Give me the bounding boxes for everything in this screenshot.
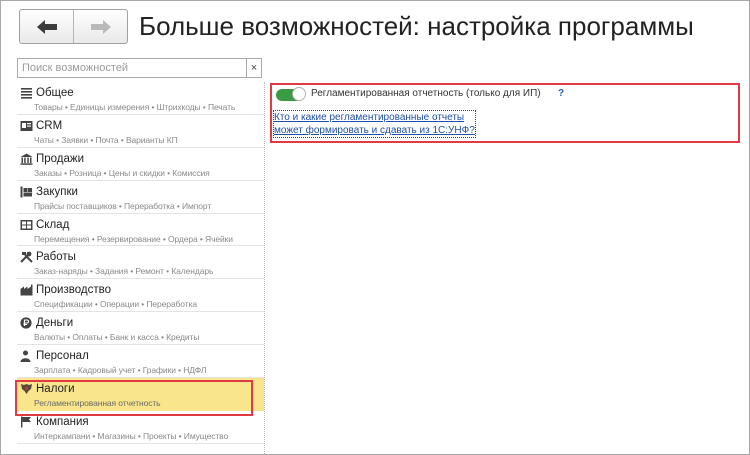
sidebar-item-company[interactable]: Компания Интеркампани • Магазины • Проек… — [17, 411, 264, 444]
sidebar-item-general[interactable]: Общее Товары • Единицы измерения • Штрих… — [17, 82, 264, 115]
sidebar-item-label: Персонал — [36, 350, 89, 363]
sidebar-item-sub: Товары • Единицы измерения • Штрихкоды •… — [34, 102, 236, 112]
storefront-icon — [20, 153, 33, 165]
search-input[interactable] — [18, 59, 246, 77]
sidebar-item-sub: Заказы • Розница • Цены и скидки • Комис… — [34, 167, 210, 178]
sidebar-item-label: CRM — [36, 119, 63, 132]
coat-of-arms-icon — [21, 384, 32, 395]
crm-card-icon — [20, 120, 33, 131]
sidebar-item-sub: Спецификации • Операции • Переработка — [34, 299, 197, 310]
search-box: × — [17, 58, 262, 78]
sidebar-item-label: Работы — [36, 251, 76, 264]
sidebar-item-label: Производство — [36, 284, 111, 297]
sidebar-item-warehouse[interactable]: Склад Перемещения • Резервирование • Орд… — [17, 214, 264, 247]
sidebar-item-taxes[interactable]: Налоги Регламентированная отчетность — [17, 378, 264, 411]
list-icon — [21, 88, 32, 99]
sidebar-item-label: Склад — [36, 218, 70, 231]
reporting-info-link[interactable]: Кто и какие регламентированные отчеты мо… — [273, 110, 476, 138]
reporting-toggle[interactable] — [276, 87, 306, 101]
main-window: Больше возможностей: настройка программы… — [0, 0, 750, 455]
reporting-option-label: Регламентированная отчетность (только дл… — [311, 88, 541, 99]
sidebar-item-label: Общее — [36, 87, 74, 99]
sidebar-item-sub: Зарплата • Кадровый учет • Графики • НДФ… — [34, 365, 207, 376]
info-link-line-2: может формировать и сдавать из 1С:УНФ? — [274, 125, 475, 136]
category-sidebar: Общее Товары • Единицы измерения • Штрих… — [17, 82, 265, 454]
ruble-coin-icon — [20, 317, 32, 329]
forward-button[interactable] — [73, 10, 127, 43]
sidebar-item-label: Продажи — [36, 152, 85, 165]
flag-icon — [21, 416, 31, 428]
sidebar-item-label: Компания — [36, 415, 89, 428]
sidebar-item-personnel[interactable]: Персонал Зарплата • Кадровый учет • Граф… — [17, 345, 264, 379]
purchases-icon — [20, 186, 32, 198]
sidebar-item-sub: Регламентированная отчетность — [34, 398, 161, 409]
sidebar-item-sub: Перемещения • Резервирование • Ордера • … — [34, 233, 233, 244]
arrow-left-icon — [36, 19, 57, 34]
person-icon — [20, 350, 31, 363]
sidebar-item-label: Налоги — [36, 383, 75, 396]
sidebar-item-sub: Чаты • Заявки • Почта • Варианты КП — [34, 134, 178, 145]
taxes-settings-panel: Регламентированная отчетность (только дл… — [270, 83, 740, 143]
sidebar-item-production[interactable]: Производство Спецификации • Операции • П… — [17, 279, 264, 313]
back-button[interactable] — [20, 10, 73, 43]
toggle-knob — [292, 87, 306, 101]
search-clear-button[interactable]: × — [246, 59, 261, 77]
sidebar-item-money[interactable]: Деньги Валюты • Оплаты • Банк и касса • … — [17, 312, 264, 346]
sidebar-item-crm[interactable]: CRM Чаты • Заявки • Почта • Варианты КП — [17, 115, 264, 148]
help-icon[interactable]: ? — [558, 88, 564, 99]
sidebar-item-purchases[interactable]: Закупки Прайсы поставщиков • Переработка… — [17, 181, 264, 214]
sidebar-item-sub: Прайсы поставщиков • Переработка • Импор… — [34, 200, 212, 211]
sidebar-item-sub: Валюты • Оплаты • Банк и касса • Кредиты — [34, 332, 200, 343]
arrow-right-icon — [90, 19, 111, 34]
sidebar-item-sub: Заказ-наряды • Задания • Ремонт • Календ… — [34, 266, 214, 277]
info-link-line-1: Кто и какие регламентированные отчеты — [274, 112, 465, 123]
navigation-buttons — [19, 9, 128, 44]
page-title: Больше возможностей: настройка программы — [139, 11, 694, 41]
tools-icon — [20, 252, 33, 264]
sidebar-item-sub: Интеркампани • Магазины • Проекты • Имущ… — [34, 430, 229, 441]
sidebar-item-label: Деньги — [36, 317, 74, 330]
warehouse-icon — [20, 219, 33, 230]
factory-icon — [20, 284, 33, 296]
sidebar-item-label: Закупки — [36, 185, 78, 198]
sidebar-item-works[interactable]: Работы Заказ-наряды • Задания • Ремонт •… — [17, 246, 264, 280]
sidebar-item-sales[interactable]: Продажи Заказы • Розница • Цены и скидки… — [17, 148, 264, 181]
